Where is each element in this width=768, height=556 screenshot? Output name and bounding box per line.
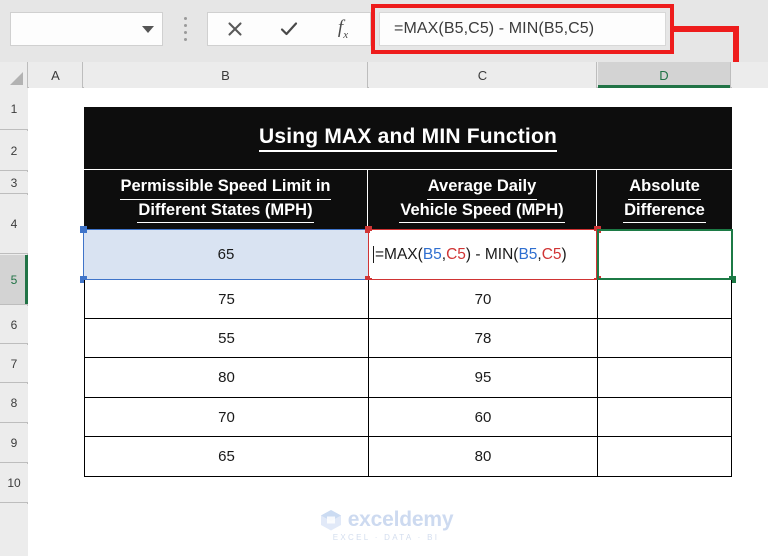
row-header-8[interactable]: 8: [0, 384, 28, 423]
formula-token-3: C5: [446, 245, 466, 263]
table-header-c-line2: Vehicle Speed (MPH): [399, 200, 565, 223]
select-all-corner[interactable]: [0, 62, 28, 88]
cell-D6[interactable]: [597, 280, 732, 319]
column-header-c[interactable]: C: [369, 62, 597, 88]
table-header-d-line1: Absolute: [628, 176, 701, 200]
cell-C9[interactable]: 60: [368, 398, 597, 437]
confirm-formula-button[interactable]: [262, 13, 316, 45]
spreadsheet-grid: A B C D 1 2 3 4 5 6 7 8 9 10 Using MAX a…: [0, 62, 768, 556]
sheet-canvas: Using MAX and MIN Function Permissible S…: [29, 89, 768, 556]
row-header-4[interactable]: 4: [0, 195, 28, 254]
cell-B9[interactable]: 70: [84, 398, 368, 437]
row-header-7[interactable]: 7: [0, 345, 28, 383]
row-header-10[interactable]: 10: [0, 464, 28, 503]
excel-window: fx =MAX(B5,C5) - MIN(B5,C5) A B C D 1 2 …: [0, 0, 768, 556]
cell-C7[interactable]: 78: [368, 319, 597, 358]
toolbar-separator-dots: [183, 17, 187, 41]
cell-D8[interactable]: [597, 358, 732, 398]
table-header-b-line2: Different States (MPH): [137, 200, 314, 223]
cell-D5-formula-editor[interactable]: =MAX(B5, C5) - MIN(B5, C5): [370, 231, 596, 278]
cancel-formula-button[interactable]: [208, 13, 262, 45]
row-header-column: 1 2 3 4 5 6 7 8 9 10: [0, 88, 28, 556]
table-header-d: Absolute Difference: [597, 170, 732, 229]
formula-token-0: =MAX(: [375, 245, 423, 263]
row-header-2[interactable]: 2: [0, 131, 28, 171]
formula-token-4: ) - MIN(: [465, 245, 519, 263]
cell-B7[interactable]: 55: [84, 319, 368, 358]
row-header-5[interactable]: 5: [0, 255, 28, 305]
cell-C8[interactable]: 95: [368, 358, 597, 398]
cell-B8[interactable]: 80: [84, 358, 368, 398]
row-header-1[interactable]: 1: [0, 88, 28, 130]
sheet-title-text: Using MAX and MIN Function: [258, 125, 557, 152]
formula-bar-strip: fx =MAX(B5,C5) - MIN(B5,C5): [0, 0, 768, 62]
cell-B10[interactable]: 65: [84, 437, 368, 477]
cell-C10[interactable]: 80: [368, 437, 597, 477]
formula-token-7: C5: [541, 245, 562, 263]
column-header-d[interactable]: D: [598, 62, 731, 88]
cell-D7[interactable]: [597, 319, 732, 358]
row-header-3[interactable]: 3: [0, 172, 28, 194]
sheet-title-banner: Using MAX and MIN Function: [84, 107, 732, 169]
column-header-row: A B C D: [0, 62, 768, 88]
formula-token-5: B5: [518, 245, 538, 263]
range-handle-b5-tl[interactable]: [80, 226, 87, 233]
cell-B5[interactable]: 65: [84, 230, 368, 279]
row-header-11[interactable]: [0, 504, 28, 556]
column-header-b[interactable]: B: [84, 62, 368, 88]
cell-B6[interactable]: 75: [84, 280, 368, 319]
cell-D9[interactable]: [597, 398, 732, 437]
insert-function-icon[interactable]: fx: [316, 13, 370, 45]
row-header-6[interactable]: 6: [0, 306, 28, 344]
column-header-a[interactable]: A: [29, 62, 83, 88]
text-caret: [373, 246, 374, 263]
cell-D10[interactable]: [597, 437, 732, 477]
formula-token-8: ): [561, 245, 567, 263]
table-header-b: Permissible Speed Limit in Different Sta…: [84, 170, 368, 229]
row-header-9[interactable]: 9: [0, 424, 28, 463]
formula-action-buttons: fx: [207, 12, 371, 46]
select-all-triangle-icon: [10, 72, 23, 85]
table-header-c: Average Daily Vehicle Speed (MPH): [368, 170, 597, 229]
formula-token-1: B5: [422, 245, 442, 263]
active-cell-border-d5: [597, 229, 733, 280]
name-box[interactable]: [10, 12, 163, 46]
formula-input[interactable]: =MAX(B5,C5) - MIN(B5,C5): [379, 12, 666, 46]
table-header-b-line1: Permissible Speed Limit in: [119, 176, 332, 200]
table-header-c-line1: Average Daily: [426, 176, 538, 200]
table-header-d-line2: Difference: [623, 200, 706, 223]
chevron-down-icon[interactable]: [142, 25, 154, 33]
column-header-e[interactable]: [732, 62, 768, 88]
cell-C6[interactable]: 70: [368, 280, 597, 319]
